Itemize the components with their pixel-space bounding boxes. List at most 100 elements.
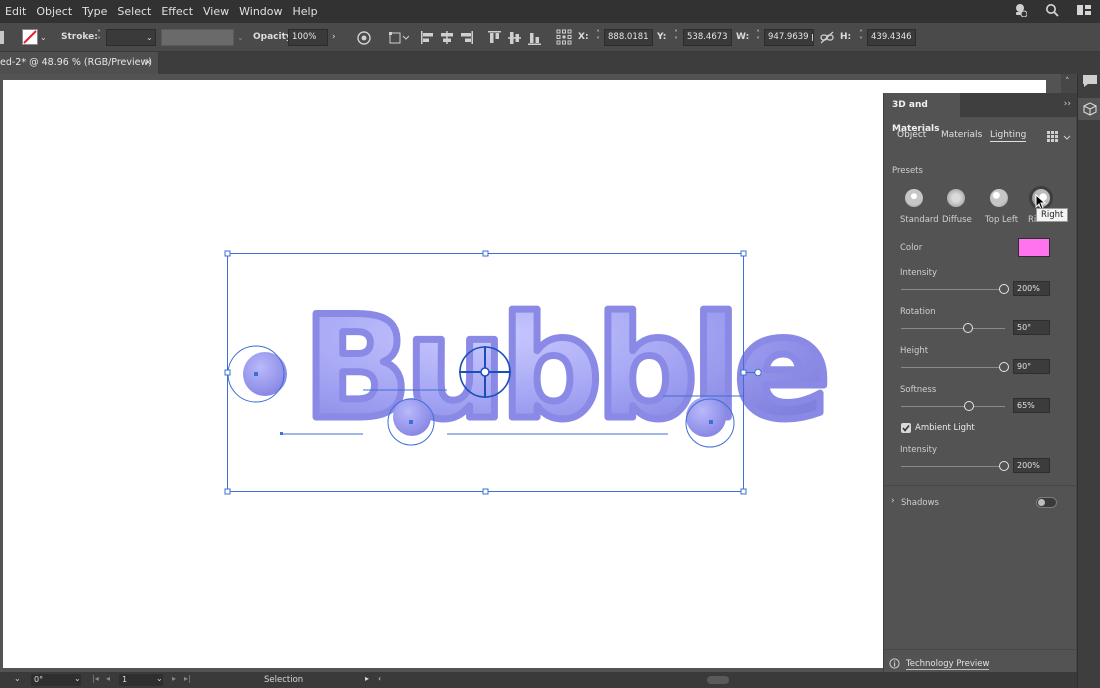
account-icon[interactable]	[1004, 3, 1036, 21]
collapse-panel-icon[interactable]: ››	[1064, 99, 1071, 109]
h-field[interactable]: 439.4346 px	[867, 29, 916, 46]
align-right-icon[interactable]	[459, 31, 473, 47]
x-label: X:	[578, 32, 589, 42]
rotation-view-chevron-icon[interactable]: ⌄	[74, 674, 81, 683]
stroke-weight-chevron-icon[interactable]: ⌄	[146, 23, 153, 52]
rotation-widget[interactable]	[459, 346, 511, 398]
opacity-arrow-icon[interactable]: ›	[332, 23, 336, 52]
ambient-light-label: Ambient Light	[915, 423, 975, 433]
intensity-slider-track[interactable]	[901, 289, 1005, 290]
rotation-slider-thumb[interactable]	[963, 323, 973, 333]
preset-tooltip: Right	[1036, 208, 1069, 222]
close-tab-icon[interactable]: ×	[144, 52, 154, 74]
tab-object[interactable]: Object	[897, 130, 926, 140]
3d-materials-panel-icon[interactable]	[1078, 98, 1100, 120]
workspace-switcher-icon[interactable]	[1068, 4, 1100, 20]
technology-preview-link[interactable]: Technology Preview	[906, 659, 990, 670]
h-stepper[interactable]: ˄ ˅	[857, 30, 865, 45]
horizontal-scroll-thumb[interactable]	[707, 676, 729, 684]
align-hcenter-icon[interactable]	[440, 31, 454, 47]
status-menu-arrow-icon[interactable]: ▸	[365, 674, 369, 683]
ambient-intensity-slider-thumb[interactable]	[999, 461, 1009, 471]
first-artboard-icon[interactable]: |◂	[92, 674, 99, 683]
zoom-chevron-icon[interactable]: ⌄	[14, 674, 21, 683]
scroll-up-icon[interactable]: ˄	[1065, 77, 1070, 87]
fill-swatch-edge[interactable]	[0, 31, 4, 44]
panel-title[interactable]: 3D and Materials	[884, 93, 960, 134]
w-field[interactable]: 947.9639 px	[764, 29, 814, 46]
height-slider-track[interactable]	[901, 367, 1005, 368]
hscroll-left-icon[interactable]: ‹	[378, 674, 381, 683]
x-stepper[interactable]: ˄ ˅	[594, 30, 602, 45]
bubble-text: Bubble	[303, 286, 825, 451]
menu-edit[interactable]: Edit	[0, 0, 31, 23]
align-bottom-icon[interactable]	[528, 31, 541, 48]
next-artboard-icon[interactable]: ▸	[172, 674, 176, 683]
align-left-icon[interactable]	[421, 31, 435, 47]
control-bar: ⌄ Stroke: ˄ ˅ ⌄ ⌄ Opacity: 100% › X: ˄ ˅ 8…	[0, 23, 1100, 52]
recolor-artwork-icon[interactable]	[357, 31, 371, 48]
reference-point-icon[interactable]	[556, 29, 572, 48]
height-slider-thumb[interactable]	[999, 362, 1009, 372]
menu-view[interactable]: View	[198, 0, 234, 23]
preset-top-left[interactable]	[990, 189, 1008, 207]
h-label: H:	[840, 32, 852, 42]
document-tab[interactable]: ed-2* @ 48.96 % (RGB/Preview)	[0, 52, 158, 74]
profile-chevron-icon[interactable]: ⌄	[237, 23, 244, 52]
x-field[interactable]: 888.0181 px	[604, 29, 653, 46]
bubble-ball-right[interactable]	[686, 397, 726, 437]
preset-diffuse[interactable]	[947, 189, 965, 207]
search-icon[interactable]	[1036, 3, 1068, 21]
rotation-label: Rotation	[900, 307, 936, 317]
menu-object[interactable]: Object	[31, 0, 77, 23]
preset-diffuse-label: Diffuse	[942, 215, 972, 225]
y-stepper[interactable]: ˄ ˅	[672, 30, 680, 45]
ambient-intensity-slider-track[interactable]	[901, 466, 1005, 467]
shadows-toggle[interactable]	[1036, 497, 1057, 508]
stroke-label: Stroke:	[61, 32, 98, 42]
prev-artboard-icon[interactable]: ◂	[106, 674, 110, 683]
softness-field[interactable]: 65%	[1013, 398, 1050, 413]
constrain-proportions-icon[interactable]	[820, 31, 834, 47]
rotation-slider-track[interactable]	[901, 328, 1005, 329]
ambient-light-checkbox[interactable]	[901, 423, 911, 433]
align-vcenter-icon[interactable]	[508, 31, 521, 48]
comments-icon[interactable]	[1082, 74, 1098, 91]
softness-slider-thumb[interactable]	[964, 401, 974, 411]
last-artboard-icon[interactable]: ▸|	[184, 674, 191, 683]
opacity-field[interactable]: 100%	[288, 29, 328, 46]
panel-divider	[884, 485, 1077, 486]
ambient-intensity-field[interactable]: 200%	[1013, 458, 1050, 473]
height-field[interactable]: 90°	[1013, 359, 1050, 374]
menu-type[interactable]: Type	[77, 0, 112, 23]
shadows-expand-icon[interactable]: ›	[891, 496, 895, 506]
intensity-slider-thumb[interactable]	[999, 284, 1009, 294]
preset-standard[interactable]	[905, 189, 923, 207]
menu-effect[interactable]: Effect	[156, 0, 198, 23]
menu-window[interactable]: Window	[234, 0, 287, 23]
w-stepper[interactable]: ˄ ˅	[754, 30, 762, 45]
transform-panel-icon[interactable]	[389, 30, 410, 47]
stroke-swatch-chevron-icon[interactable]: ⌄	[40, 23, 47, 52]
tab-materials[interactable]: Materials	[941, 130, 982, 140]
stroke-swatch[interactable]	[22, 29, 38, 45]
light-color-swatch[interactable]	[1018, 238, 1050, 257]
artboard-chevron-icon[interactable]: ⌄	[156, 674, 163, 683]
variable-width-profile[interactable]	[161, 29, 234, 46]
menu-help[interactable]: Help	[288, 0, 323, 23]
bubble-ball-left[interactable]	[243, 352, 287, 396]
intensity-field[interactable]: 200%	[1013, 281, 1050, 296]
rotation-field[interactable]: 50°	[1013, 320, 1050, 335]
bubble-text-art[interactable]: Bubble	[300, 283, 835, 455]
softness-slider-track[interactable]	[901, 406, 1005, 407]
height-label: Height	[900, 346, 929, 356]
tab-lighting[interactable]: Lighting	[990, 130, 1027, 142]
softness-label: Softness	[900, 385, 937, 395]
align-top-icon[interactable]	[488, 31, 501, 48]
stroke-weight-stepper[interactable]: ˄ ˅	[95, 30, 103, 45]
menu-select[interactable]: Select	[112, 0, 156, 23]
render-settings-icon[interactable]	[1047, 131, 1071, 146]
menu-bar: Edit Object Type Select Effect View Wind…	[0, 0, 1100, 23]
3d-materials-panel: 3D and Materials ›› Object Materials Lig…	[883, 93, 1077, 683]
y-field[interactable]: 538.4673 px	[683, 29, 732, 46]
